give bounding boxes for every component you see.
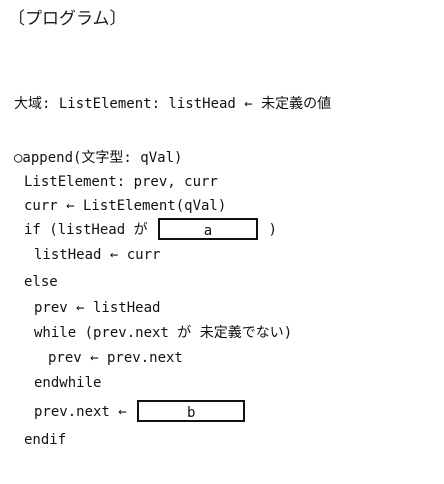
blank-a-label: a [203, 223, 213, 239]
prev-next-assignment-prefix: prev.next ← [34, 404, 127, 420]
prev-assignment-line: prev ← listHead [34, 300, 161, 316]
blank-b-box: b [137, 400, 246, 422]
global-declaration-line: 大域: ListElement: listHead ← 未定義の値 [14, 96, 332, 112]
variable-declaration-line: ListElement: prev, curr [24, 174, 218, 190]
program-heading: 〔プログラム〕 [8, 9, 127, 29]
if-suffix: ) [268, 222, 277, 238]
prev-next-assignment-line: prev.next ← b [34, 400, 247, 422]
if-line: if (listHead が a ) [24, 218, 277, 240]
program-page: 〔プログラム〕 大域: ListElement: listHead ← 未定義の… [0, 0, 444, 484]
endif-line: endif [24, 432, 67, 448]
listhead-assignment-line: listHead ← curr [34, 247, 161, 263]
blank-a-box: a [158, 218, 259, 240]
if-prefix: if (listHead が [24, 222, 148, 238]
while-line: while (prev.next が 未定義でない) [34, 325, 293, 341]
else-line: else [24, 274, 58, 290]
prev-next-line: prev ← prev.next [48, 350, 183, 366]
function-signature-line: ○append(文字型: qVal) [14, 150, 183, 166]
blank-b-label: b [186, 405, 196, 421]
curr-assignment-line: curr ← ListElement(qVal) [24, 198, 227, 214]
endwhile-line: endwhile [34, 375, 102, 391]
